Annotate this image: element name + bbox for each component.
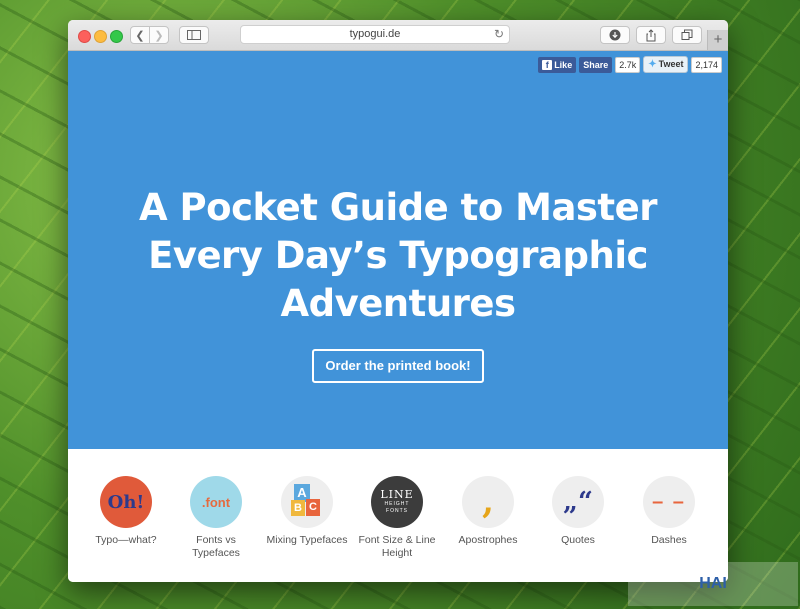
hero-section: f Like Share 2.7k ✦ Tweet 2,174 A Pocket… xyxy=(68,51,728,449)
zoom-window-button[interactable] xyxy=(110,30,123,43)
headline-line-1: A Pocket Guide to Master xyxy=(139,186,657,229)
browser-window: ❮ ❯ typogui.de ↻ + f Like Share 2.7k ✦ T… xyxy=(68,20,728,582)
page-headline: A Pocket Guide to Master Every Day’s Typ… xyxy=(108,184,688,328)
chevron-left-icon: ❮ xyxy=(135,29,145,42)
url-text: typogui.de xyxy=(349,28,401,40)
share-label: Share xyxy=(583,59,609,70)
facebook-share-button[interactable]: Share xyxy=(579,56,613,73)
minimize-window-button[interactable] xyxy=(94,30,107,43)
lh-fonts: FONTS xyxy=(386,508,408,514)
download-icon xyxy=(609,29,621,41)
topic-label: Quotes xyxy=(561,534,595,546)
new-tab-button[interactable]: + xyxy=(707,30,728,50)
titlebar: ❮ ❯ typogui.de ↻ + xyxy=(68,20,728,51)
close-window-button[interactable] xyxy=(78,30,91,43)
lh-height: HEIGHT xyxy=(384,501,410,507)
apostrophe-glyph: , xyxy=(482,482,494,522)
dashes-glyph: – – xyxy=(652,490,686,513)
quotes-glyph: „“ xyxy=(563,487,593,517)
tweet-count: 2,174 xyxy=(691,56,722,73)
topic-mixing-typefaces[interactable]: A B C Mixing Typefaces xyxy=(262,476,352,547)
topic-label: Font Size & Line Height xyxy=(358,534,436,559)
share-button[interactable] xyxy=(636,26,666,44)
facebook-icon: f xyxy=(542,59,553,70)
topic-label: Apostrophes xyxy=(458,534,518,546)
watermark-logo: HAI xyxy=(628,562,798,606)
headline-line-3: Adventures xyxy=(280,282,516,325)
tabs-icon xyxy=(681,29,693,40)
font-icon-text: .font xyxy=(201,494,231,510)
font-icon: .font xyxy=(190,476,242,528)
line-height-icon: LINE HEIGHT FONTS xyxy=(371,476,423,528)
block-b: B xyxy=(291,500,305,516)
dashes-icon: – – xyxy=(643,476,695,528)
downloads-button[interactable] xyxy=(600,26,630,44)
twitter-bird-icon: ✦ xyxy=(648,59,657,70)
share-icon xyxy=(646,28,656,41)
topic-typo-what[interactable]: Oh! Typo—what? xyxy=(81,476,171,547)
topic-apostrophes[interactable]: , Apostrophes xyxy=(443,476,533,547)
share-count: 2.7k xyxy=(615,56,641,73)
topic-label: Fonts vs Typefaces xyxy=(192,534,240,559)
topic-label: Typo—what? xyxy=(95,534,157,546)
facebook-like-button[interactable]: f Like xyxy=(538,56,577,73)
like-label: Like xyxy=(554,59,573,70)
headline-line-2: Every Day’s Typographic xyxy=(148,234,648,277)
back-button[interactable]: ❮ xyxy=(130,26,150,44)
lh-line: LINE xyxy=(380,488,414,501)
forward-button[interactable]: ❯ xyxy=(149,26,169,44)
topic-dashes[interactable]: – – Dashes xyxy=(624,476,714,547)
order-book-button[interactable]: Order the printed book! xyxy=(312,349,484,383)
reload-icon[interactable]: ↻ xyxy=(494,26,504,43)
letter-blocks-icon: A B C xyxy=(281,476,333,528)
quotes-icon: „“ xyxy=(552,476,604,528)
topic-fonts-vs-typefaces[interactable]: .font Fonts vs Typefaces xyxy=(171,476,261,560)
sidebar-icon xyxy=(187,30,201,40)
chevron-right-icon: ❯ xyxy=(154,29,164,42)
tabs-overview-button[interactable] xyxy=(672,26,702,44)
sidebar-toggle-button[interactable] xyxy=(179,26,209,44)
topic-font-size-line-height[interactable]: LINE HEIGHT FONTS Font Size & Line Heigh… xyxy=(352,476,442,560)
topic-label: Dashes xyxy=(651,534,687,546)
block-c: C xyxy=(306,499,320,516)
apostrophe-icon: , xyxy=(462,476,514,528)
tweet-label: Tweet xyxy=(658,59,684,69)
social-bar: f Like Share 2.7k ✦ Tweet 2,174 xyxy=(538,56,722,73)
tweet-button[interactable]: ✦ Tweet xyxy=(643,56,689,73)
oh-icon: Oh! xyxy=(100,476,152,528)
topic-quotes[interactable]: „“ Quotes xyxy=(533,476,623,547)
topic-label: Mixing Typefaces xyxy=(266,534,348,546)
address-bar[interactable]: typogui.de ↻ xyxy=(240,25,510,44)
oh-icon-text: Oh! xyxy=(107,491,145,513)
